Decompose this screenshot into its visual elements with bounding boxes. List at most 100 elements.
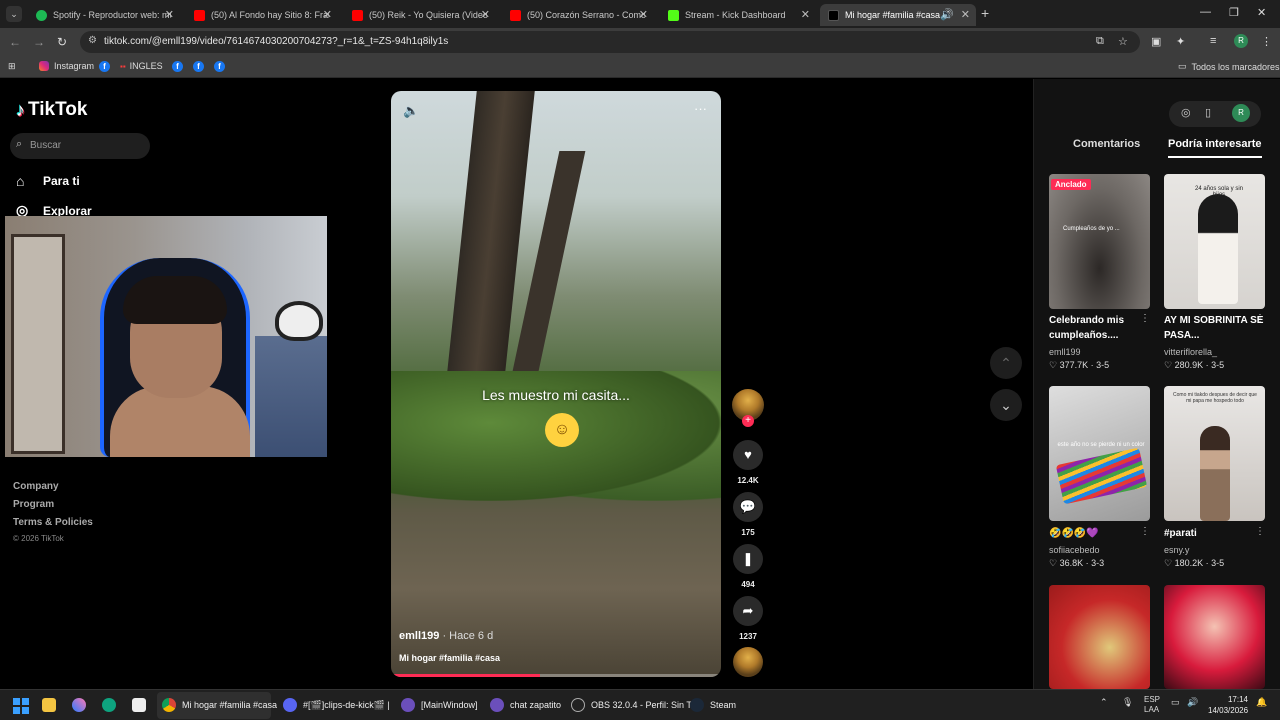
next-video-icon[interactable]: ⌄ [990, 389, 1022, 421]
suggested-thumb-3[interactable]: este año no se pierde ni un color [1049, 386, 1150, 521]
heart-icon[interactable]: ♥ [733, 440, 763, 470]
video-player[interactable]: 🔈 ··· Les muestro mi casita... ☺ emll199… [391, 91, 721, 677]
site-info-icon[interactable]: ⚙ [88, 35, 97, 46]
media-icon[interactable]: ≡ [1210, 35, 1216, 47]
bookmark-ingles[interactable]: ▪▪ INGLES [120, 61, 163, 71]
comment-action[interactable]: 💬 175 [733, 492, 763, 537]
close-icon[interactable]: ✕ [639, 8, 648, 21]
item-menu-icon[interactable]: ⋮ [1255, 526, 1265, 537]
search-input[interactable]: ⌕ Buscar [10, 133, 150, 159]
suggested-title[interactable]: #parati [1164, 526, 1264, 541]
tab-spotify[interactable]: Spotify - Reproductor web: mú ✕ [28, 4, 180, 26]
close-icon[interactable]: ✕ [801, 8, 810, 21]
system-clock[interactable]: 17:14 14/03/2026 [1208, 694, 1248, 716]
video-progress-bar[interactable] [391, 674, 721, 677]
reload-icon[interactable]: ↻ [57, 35, 67, 49]
extensions-icon[interactable]: ✦ [1176, 35, 1185, 48]
tiktok-logo[interactable]: ♪ TikTok [16, 99, 87, 121]
bookmark-star-icon[interactable]: ☆ [1118, 35, 1128, 48]
taskbar-chrome[interactable]: Mi hogar #familia #casa [162, 698, 277, 712]
taskbar-chat[interactable]: chat zapatito [490, 698, 561, 712]
microphone-icon[interactable]: 🎙 [1122, 697, 1133, 708]
tab-suggested[interactable]: Podría interesarte [1168, 138, 1262, 158]
suggested-thumb-6[interactable] [1164, 585, 1265, 689]
restore-icon[interactable]: ❐ [1229, 6, 1239, 19]
address-bar[interactable]: ⚙ tiktok.com/@emll199/video/761467403020… [80, 31, 1140, 53]
nav-for-you[interactable]: ⌂ Para ti [16, 173, 80, 189]
tab-search-icon[interactable]: ⌄ [6, 6, 22, 22]
tab-tiktok[interactable]: Mi hogar #familia #casa | Ti 🔊 ✕ [820, 4, 976, 26]
footer-program[interactable]: Program [13, 499, 54, 510]
all-bookmarks[interactable]: ▭ Todos los marcadores [1178, 61, 1280, 72]
suggested-user[interactable]: vitteriflorella_ [1164, 347, 1217, 357]
store-icon[interactable] [132, 698, 152, 712]
tab-comments[interactable]: Comentarios [1073, 138, 1140, 150]
notification-icon[interactable]: 🔔 [1256, 697, 1267, 708]
tray-overflow-icon[interactable]: ⌃ [1100, 697, 1108, 708]
windows-start-icon[interactable] [13, 698, 29, 714]
edge-icon[interactable] [102, 698, 122, 712]
apps-icon[interactable]: ⊞ [8, 61, 16, 72]
close-icon[interactable]: ✕ [323, 8, 332, 21]
item-menu-icon[interactable]: ⋮ [1140, 526, 1150, 537]
like-action[interactable]: ♥ 12.4K [733, 440, 763, 485]
new-tab-button[interactable]: + [981, 5, 989, 21]
install-icon[interactable]: ⧉ [1096, 35, 1104, 48]
minimize-icon[interactable]: — [1200, 6, 1211, 18]
volume-tray-icon[interactable]: 🔊 [1187, 697, 1198, 708]
more-options-icon[interactable]: ··· [694, 101, 707, 116]
share-icon[interactable]: ➦ [733, 596, 763, 626]
suggested-user[interactable]: sofiiacebedo [1049, 545, 1100, 555]
suggested-title[interactable]: 🤣🤣🤣💜 [1049, 526, 1149, 541]
taskbar-mainwindow[interactable]: [MainWindow] [401, 698, 478, 712]
tab-youtube-3[interactable]: (50) Corazón Serrano - Como S ✕ [502, 4, 654, 26]
language-indicator[interactable]: ESP LAA [1144, 695, 1160, 715]
follow-plus-icon[interactable]: + [742, 415, 754, 427]
item-menu-icon[interactable]: ⋮ [1255, 313, 1265, 324]
bookmark-instagram[interactable]: Instagram [39, 61, 94, 71]
copilot-icon[interactable] [72, 698, 92, 712]
close-icon[interactable]: ✕ [961, 8, 970, 21]
suggested-thumb-1[interactable]: Cumpleaños de yo ... [1049, 174, 1150, 309]
forward-icon[interactable]: → [33, 35, 45, 49]
network-icon[interactable]: ▭ [1171, 697, 1180, 708]
bookmark-icon[interactable]: ❚ [733, 544, 763, 574]
comment-icon[interactable]: 💬 [733, 492, 763, 522]
user-avatar[interactable]: R [1232, 104, 1250, 122]
taskbar-obs[interactable]: OBS 32.0.4 - Perfil: Sin T [571, 698, 692, 712]
bookmark-facebook-2[interactable]: f [172, 61, 183, 72]
footer-company[interactable]: Company [13, 481, 59, 492]
previous-video-icon[interactable]: ⌃ [990, 347, 1022, 379]
suggested-thumb-4[interactable]: Como mi tiakdo despues de decir que mi p… [1164, 386, 1265, 521]
bookmark-facebook-3[interactable]: f [193, 61, 204, 72]
suggested-user[interactable]: esny.y [1164, 545, 1189, 555]
compass-small-icon[interactable]: ◎ [1181, 106, 1191, 119]
file-explorer-icon[interactable] [42, 698, 62, 712]
item-menu-icon[interactable]: ⋮ [1140, 313, 1150, 324]
speaker-icon[interactable]: 🔊 [940, 8, 954, 21]
url-text[interactable]: tiktok.com/@emll199/video/76146740302007… [104, 36, 448, 47]
tab-youtube-1[interactable]: (50) Al Fondo hay Sitio 8: Franc ✕ [186, 4, 338, 26]
save-action[interactable]: ❚ 494 [733, 544, 763, 589]
close-window-icon[interactable]: ✕ [1257, 6, 1266, 19]
phone-icon[interactable]: ▯ [1205, 106, 1211, 119]
menu-icon[interactable]: ⋮ [1261, 35, 1272, 48]
close-icon[interactable]: ✕ [165, 8, 174, 21]
video-author[interactable]: emll199 · Hace 6 d [399, 630, 493, 642]
share-action[interactable]: ➦ 1237 [733, 596, 763, 641]
footer-terms[interactable]: Terms & Policies [13, 517, 93, 528]
suggested-title[interactable]: Celebrando mis cumpleaños.... [1049, 313, 1149, 343]
volume-icon[interactable]: 🔈 [403, 103, 419, 119]
taskbar-steam[interactable]: Steam [690, 698, 736, 712]
cast-icon[interactable]: ▣ [1151, 35, 1161, 48]
suggested-thumb-5[interactable] [1049, 585, 1150, 689]
bookmark-facebook-4[interactable]: f [214, 61, 225, 72]
suggested-title[interactable]: AY MI SOBRINITA SE PASA... [1164, 313, 1264, 343]
author-name[interactable]: emll199 [399, 630, 439, 642]
bookmark-facebook-1[interactable]: f [99, 61, 110, 72]
back-icon[interactable]: ← [9, 35, 21, 49]
close-icon[interactable]: ✕ [481, 8, 490, 21]
tab-youtube-2[interactable]: (50) Reik - Yo Quisiera (Video) ✕ [344, 4, 496, 26]
suggested-thumb-2[interactable]: 24 años sola y sin hijos [1164, 174, 1265, 309]
tab-kick[interactable]: Stream - Kick Dashboard ✕ [660, 4, 816, 26]
